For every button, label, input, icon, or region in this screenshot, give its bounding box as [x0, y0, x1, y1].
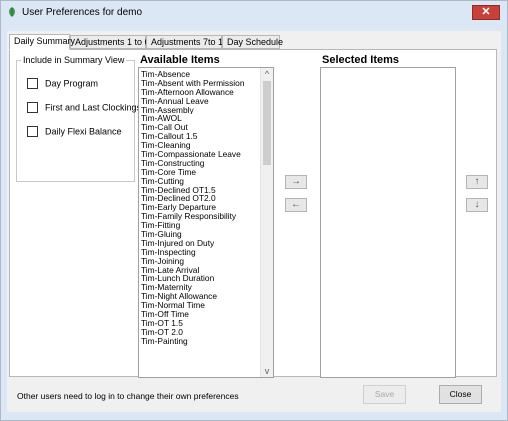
list-item[interactable]: Tim-Inspecting: [141, 248, 259, 257]
footer-note: Other users need to log in to change the…: [17, 391, 239, 401]
day-program-label: Day Program: [45, 78, 99, 89]
first-last-clockings-checkbox[interactable]: [27, 102, 38, 114]
list-item[interactable]: Tim-Late Arrival: [141, 266, 259, 275]
list-item[interactable]: Tim-Declined OT1.5: [141, 186, 259, 195]
option-daily-flexi-balance[interactable]: Daily Flexi Balance: [27, 126, 122, 138]
list-item[interactable]: Tim-Night Allowance: [141, 292, 259, 301]
list-item[interactable]: Tim-Absence: [141, 70, 259, 79]
available-items-list[interactable]: Tim-Absence Tim-Absent with Permission Tim…: [138, 67, 274, 378]
title-bar[interactable]: User Preferences for demo ✕: [1, 1, 507, 25]
window-title: User Preferences for demo: [22, 7, 143, 18]
window-close-button[interactable]: ✕: [472, 5, 500, 20]
list-item[interactable]: Tim-Annual Leave: [141, 97, 259, 106]
app-leaf-icon: [9, 7, 15, 17]
list-item[interactable]: Tim-Callout 1.5: [141, 132, 259, 141]
list-item[interactable]: Tim-Absent with Permission: [141, 79, 259, 88]
scroll-up-arrow-icon[interactable]: ^: [261, 68, 273, 80]
list-item[interactable]: Tim-Maternity: [141, 283, 259, 292]
tab-adjustments-7-12[interactable]: Adjustments 7to 12: [146, 35, 228, 49]
list-item[interactable]: Tim-Assembly: [141, 106, 259, 115]
list-item[interactable]: Tim-Family Responsibility: [141, 212, 259, 221]
daily-flexi-balance-label: Daily Flexi Balance: [45, 126, 122, 137]
option-first-last-clockings[interactable]: First and Last Clockings: [27, 102, 141, 114]
tab-day-schedule[interactable]: Day Schedule: [222, 35, 283, 49]
scroll-thumb[interactable]: [263, 81, 271, 165]
selected-items-header: Selected Items: [322, 54, 400, 66]
tab-daily-summary[interactable]: Daily Summary: [9, 34, 75, 50]
available-items: Tim-Absence Tim-Absent with Permission Tim…: [141, 70, 259, 346]
day-program-checkbox[interactable]: [27, 78, 38, 90]
list-item[interactable]: Tim-Cutting: [141, 177, 259, 186]
daily-summary-panel: Include in Summary View Day Program Firs…: [9, 49, 497, 378]
list-item[interactable]: Tim-Fitting: [141, 221, 259, 230]
list-item[interactable]: Tim-Compassionate Leave: [141, 150, 259, 159]
move-up-button[interactable]: ↑: [466, 175, 488, 189]
first-last-clockings-label: First and Last Clockings: [45, 102, 142, 113]
list-item[interactable]: Tim-Joining: [141, 257, 259, 266]
close-button[interactable]: Close: [439, 385, 482, 404]
scroll-down-arrow-icon[interactable]: v: [261, 365, 273, 377]
list-item[interactable]: Tim-Afternoon Allowance: [141, 88, 259, 97]
selected-items-list[interactable]: [320, 67, 456, 378]
dialog-body: Daily Summary Adjustments 1 to 6 Adjustm…: [7, 31, 501, 412]
add-item-button[interactable]: →: [285, 175, 307, 189]
move-down-button[interactable]: ↓: [466, 198, 488, 212]
list-item[interactable]: Tim-Declined OT2.0: [141, 194, 259, 203]
list-item[interactable]: Tim-Gluing: [141, 230, 259, 239]
available-scrollbar[interactable]: ^ v: [260, 68, 273, 377]
list-item[interactable]: Tim-Normal Time: [141, 301, 259, 310]
available-items-header: Available Items: [140, 54, 220, 66]
list-item[interactable]: Tim-Early Departure: [141, 203, 259, 212]
list-item[interactable]: Tim-Injured on Duty: [141, 239, 259, 248]
list-item[interactable]: Tim-Cleaning: [141, 141, 259, 150]
list-item[interactable]: Tim-Core Time: [141, 168, 259, 177]
save-button[interactable]: Save: [363, 385, 406, 404]
tab-adjustments-1-6[interactable]: Adjustments 1 to 6: [70, 35, 150, 49]
list-item[interactable]: Tim-Painting: [141, 337, 259, 346]
list-item[interactable]: Tim-Lunch Duration: [141, 274, 259, 283]
list-item[interactable]: Tim-AWOL: [141, 114, 259, 123]
summary-view-group: Include in Summary View Day Program Firs…: [16, 55, 141, 182]
list-item[interactable]: Tim-Constructing: [141, 159, 259, 168]
list-item[interactable]: Tim-OT 1.5: [141, 319, 259, 328]
daily-flexi-balance-checkbox[interactable]: [27, 126, 38, 138]
list-item[interactable]: Tim-Call Out: [141, 123, 259, 132]
remove-item-button[interactable]: ←: [285, 198, 307, 212]
summary-group-title: Include in Summary View: [21, 55, 127, 65]
option-day-program[interactable]: Day Program: [27, 78, 98, 90]
preferences-window: User Preferences for demo ✕ Daily Summar…: [0, 0, 508, 421]
list-item[interactable]: Tim-OT 2.0: [141, 328, 259, 337]
list-item[interactable]: Tim-Off Time: [141, 310, 259, 319]
